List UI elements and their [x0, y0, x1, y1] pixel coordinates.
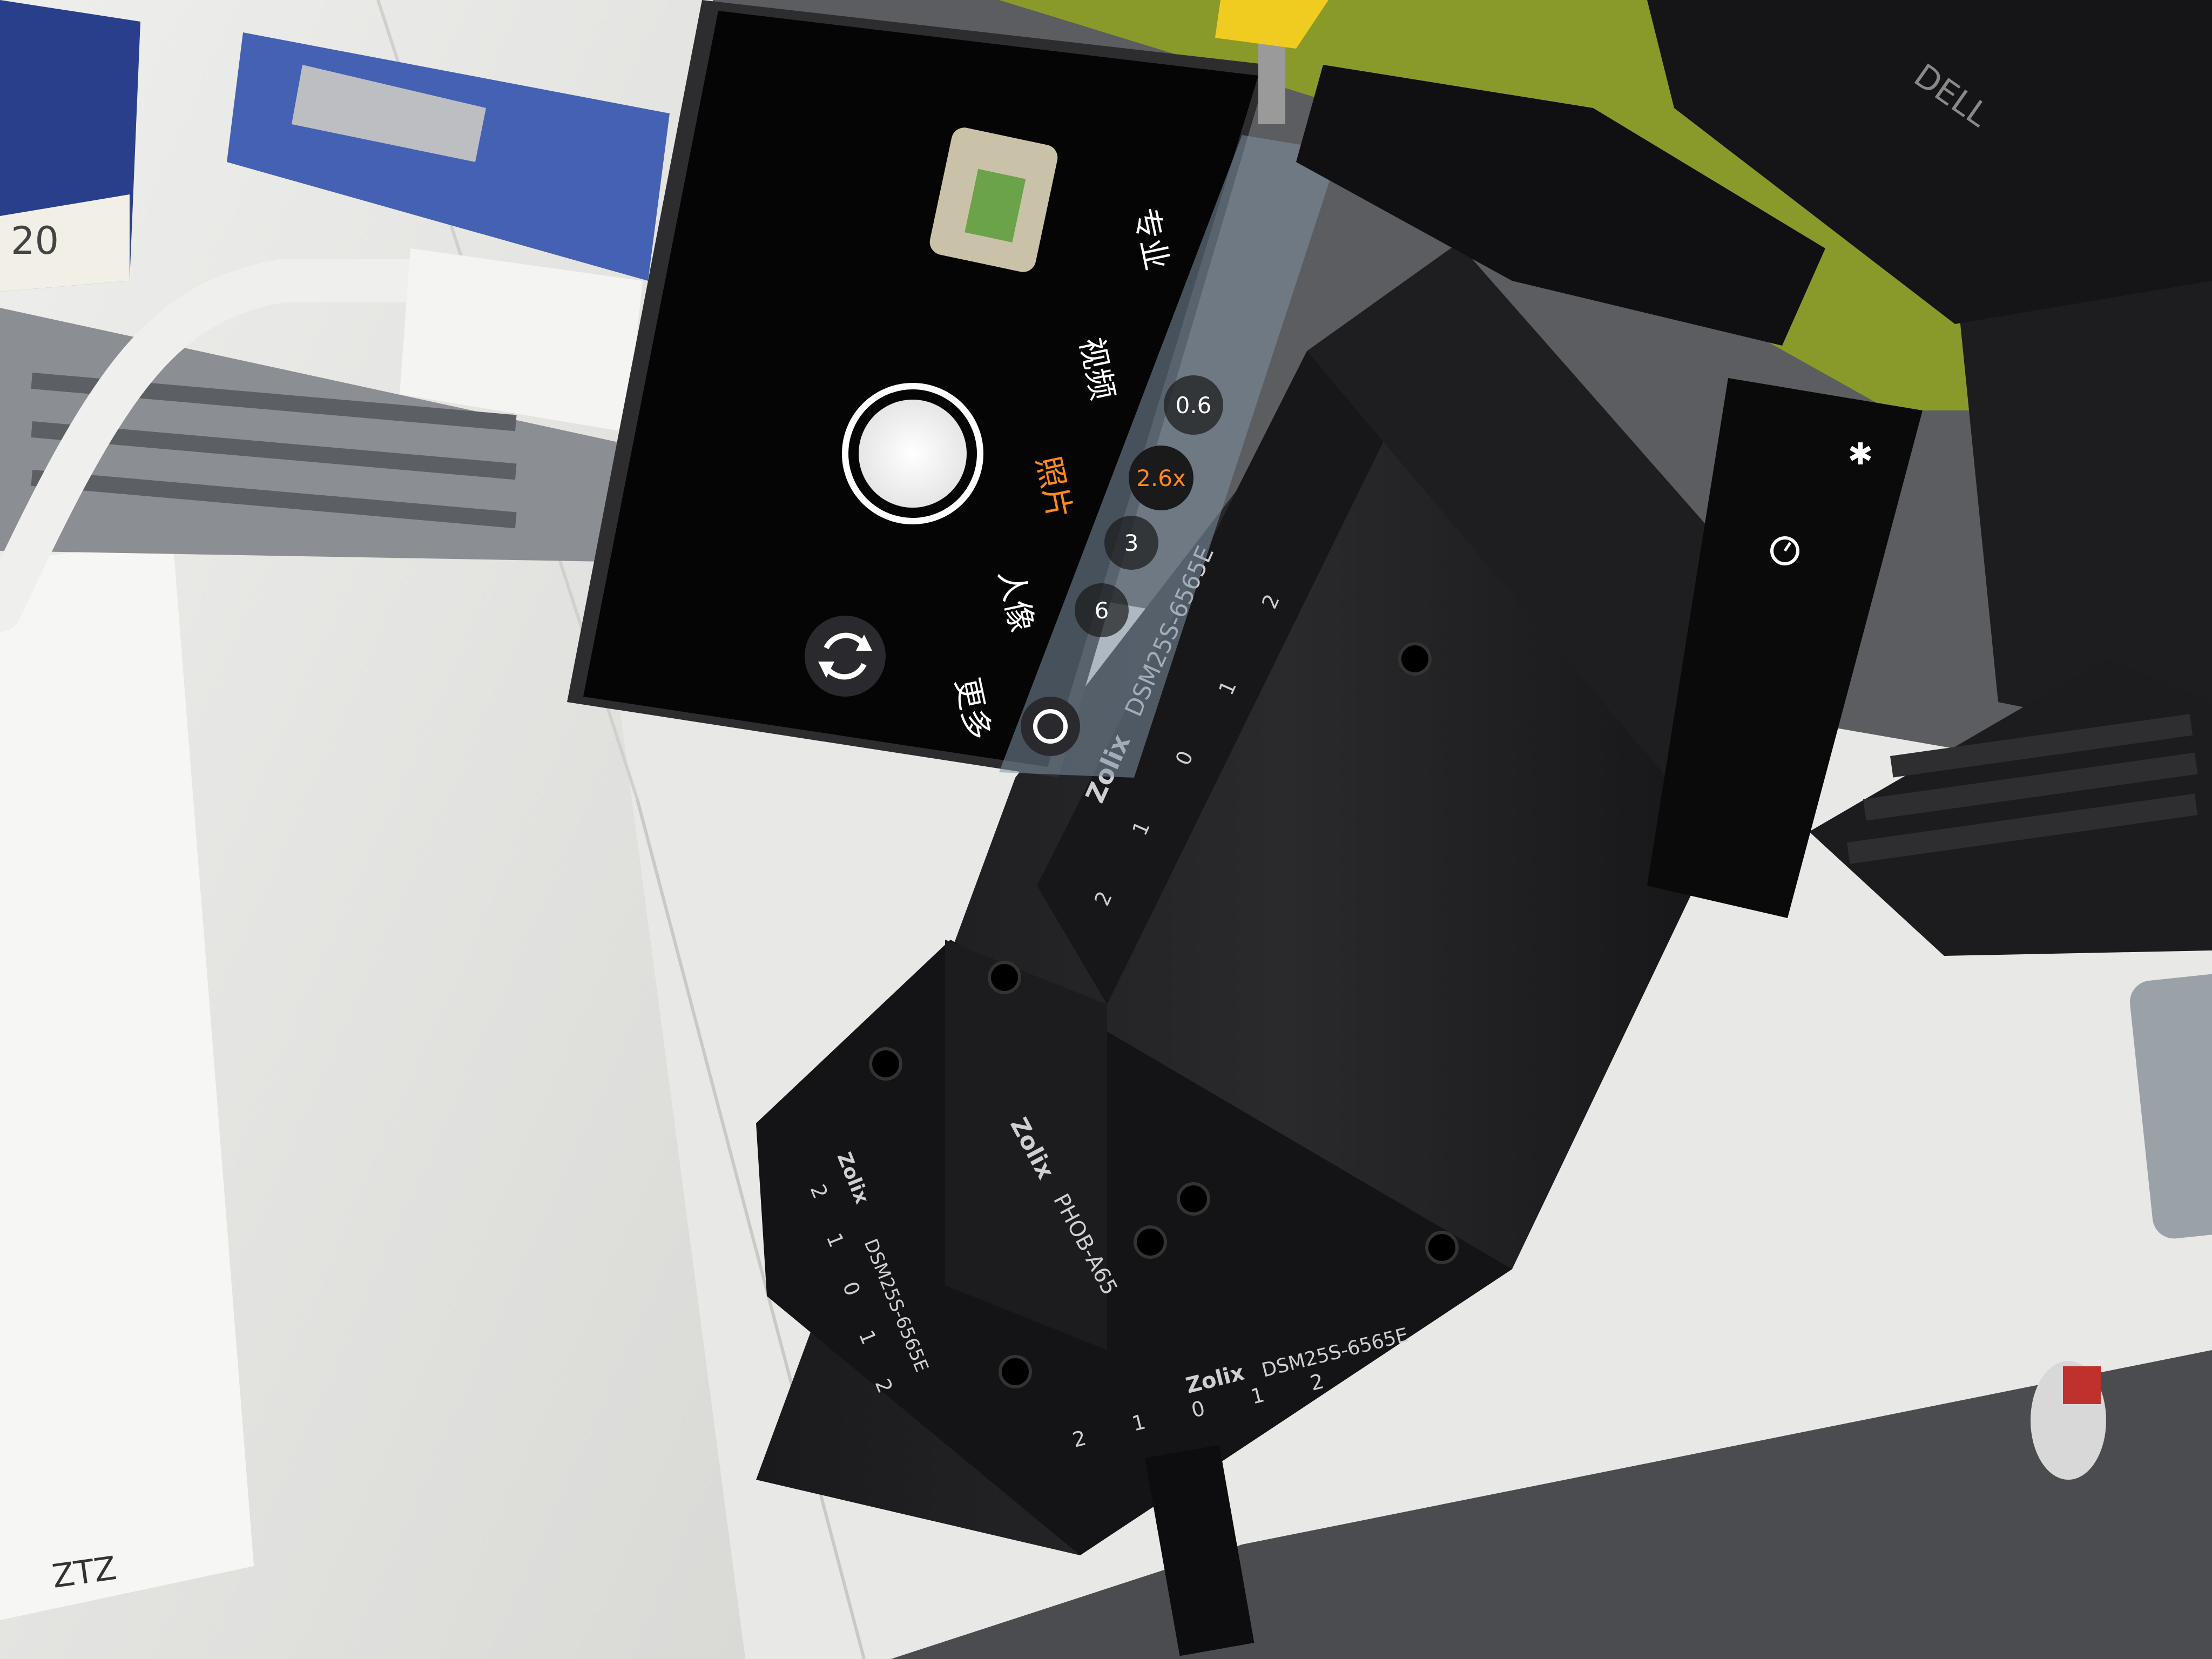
zoom-3[interactable]: 3 — [1104, 516, 1158, 570]
zoom-6[interactable]: 6 — [1075, 583, 1129, 637]
bottle-cap — [2063, 1366, 2101, 1404]
photo-scene: DELL ZTZ 20 Zolix PHOB-A65 Zolix DSM25S-… — [0, 0, 2212, 1659]
zoom-2-6x[interactable]: 2.6x — [1129, 446, 1193, 510]
svg-text:3: 3 — [1124, 530, 1139, 556]
svg-text:6: 6 — [1095, 597, 1109, 624]
flash-icon[interactable]: ✱ — [1848, 437, 1873, 472]
switch-camera-button[interactable] — [805, 616, 886, 697]
svg-text:✱: ✱ — [1848, 437, 1873, 472]
shutter-button[interactable] — [842, 383, 983, 524]
box-label: 20 — [11, 219, 59, 263]
face-beauty-button[interactable] — [1021, 697, 1080, 756]
zoom-0-6[interactable]: 0.6 — [1164, 375, 1223, 435]
svg-text:0.6: 0.6 — [1176, 392, 1212, 419]
svg-text:2.6x: 2.6x — [1136, 465, 1186, 491]
